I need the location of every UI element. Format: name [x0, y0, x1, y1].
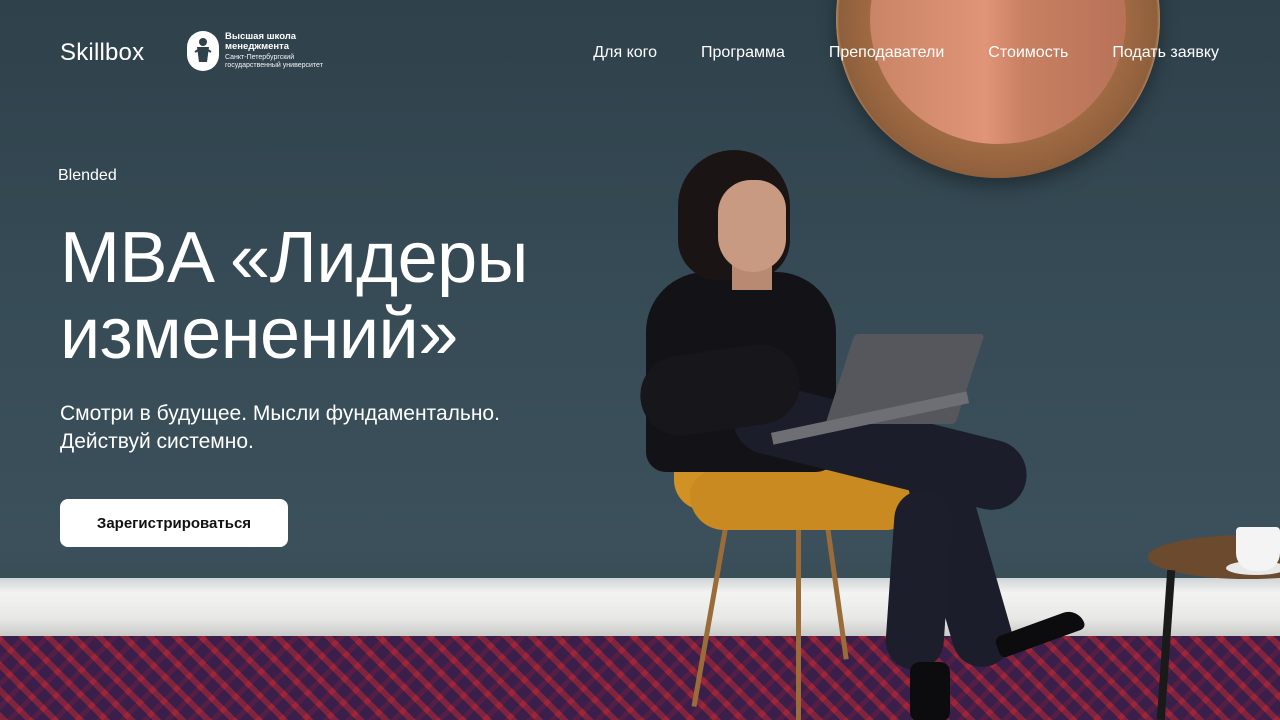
skillbox-logo[interactable]: Skillbox [60, 39, 144, 67]
hero-subtitle-line: Действуй системно. [60, 430, 254, 453]
partner-subtitle: Санкт-Петербургский государственный унив… [225, 54, 323, 70]
face [718, 180, 786, 272]
coffee-cup [1236, 527, 1280, 571]
chair-leg [824, 520, 849, 660]
shoe [993, 607, 1087, 659]
main-nav: Для кого Программа Преподаватели Стоимос… [593, 44, 1219, 62]
nav-link-for-whom[interactable]: Для кого [593, 44, 657, 62]
chair-leg [691, 519, 730, 707]
nav-link-apply[interactable]: Подать заявку [1112, 44, 1219, 62]
partner-title: Высшая школа менеджмента [225, 32, 323, 52]
partner-logo-text: Высшая школа менеджмента Санкт-Петербург… [225, 32, 323, 70]
nav-link-teachers[interactable]: Преподаватели [829, 44, 944, 62]
shin [883, 488, 955, 672]
partner-subtitle-line: государственный университет [225, 62, 323, 69]
shoe [910, 662, 950, 720]
register-button[interactable]: Зарегистрироваться [60, 499, 288, 547]
chair-leg [796, 526, 801, 720]
hero-subtitle-line: Смотри в будущее. Мысли фундаментально. [60, 402, 500, 425]
nav-link-program[interactable]: Программа [701, 44, 785, 62]
partner-subtitle-line: Санкт-Петербургский [225, 54, 295, 61]
gsom-emblem-icon [187, 31, 219, 71]
woman-with-laptop-photo [630, 150, 1130, 720]
partner-title-line: менеджмента [225, 41, 290, 52]
page-title-line: изменений» [60, 294, 458, 374]
program-format-label: Blended [58, 167, 117, 184]
nav-link-price[interactable]: Стоимость [988, 44, 1068, 62]
partner-logo[interactable]: Высшая школа менеджмента Санкт-Петербург… [187, 31, 323, 71]
page-title: MBA «Лидеры изменений» [60, 220, 620, 372]
site-header: Skillbox Высшая школа менеджмента Санкт-… [0, 0, 1280, 110]
hero-subtitle: Смотри в будущее. Мысли фундаментально. … [60, 400, 580, 456]
page-title-line: MBA «Лидеры [60, 218, 528, 298]
